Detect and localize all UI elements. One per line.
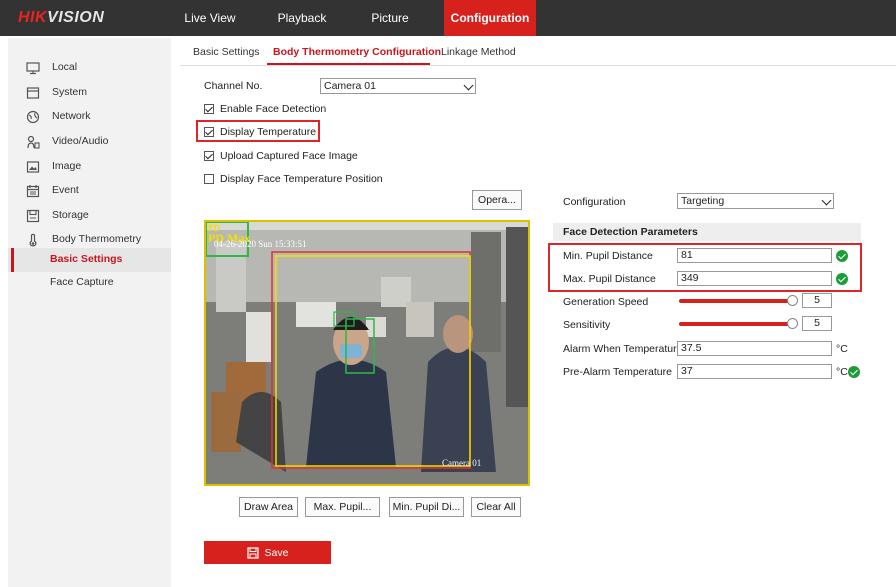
max-pupil-button[interactable]: Max. Pupil... <box>305 497 380 517</box>
display-face-temp-position-label: Display Face Temperature Position <box>220 173 383 185</box>
sidebar-item-event[interactable]: Event <box>8 179 171 203</box>
video-camera-label: Camera 01 <box>442 458 482 468</box>
generation-speed-slider[interactable] <box>679 299 792 303</box>
prealarm-temperature-input[interactable]: 37 <box>677 364 832 379</box>
alarm-temperature-unit: °C <box>836 343 848 355</box>
save-button[interactable]: Save <box>204 541 331 564</box>
image-icon <box>26 161 40 173</box>
save-button-label: Save <box>264 546 289 559</box>
sidebar-item-system[interactable]: System <box>8 81 171 105</box>
sidebar-item-network[interactable]: Network <box>8 105 171 129</box>
sensitivity-slider-handle[interactable] <box>787 318 798 329</box>
sidebar: Local System Network Video/Audio Image E… <box>8 38 171 587</box>
check-circle-icon <box>836 250 848 262</box>
nav-playback[interactable]: Playback <box>270 0 334 36</box>
monitor-icon <box>26 62 40 75</box>
sidebar-item-label: Local <box>52 61 78 73</box>
configuration-label: Configuration <box>563 196 626 208</box>
sidebar-item-label: Video/Audio <box>52 135 109 147</box>
top-nav-bar: HIKVISION Live View Playback Picture Con… <box>0 0 896 36</box>
generation-speed-slider-handle[interactable] <box>787 295 798 306</box>
check-circle-icon <box>836 273 848 285</box>
enable-face-detection-checkbox[interactable] <box>204 104 214 114</box>
generation-speed-input[interactable]: 5 <box>802 293 832 308</box>
tab-basic-settings[interactable]: Basic Settings <box>193 46 260 58</box>
face-detection-params-header: Face Detection Parameters <box>553 223 861 241</box>
draw-area-button[interactable]: Draw Area <box>239 497 298 517</box>
min-pupil-distance-input[interactable]: 81 <box>677 248 832 263</box>
section-title: Face Detection Parameters <box>563 226 698 238</box>
sidebar-item-local[interactable]: Local <box>8 56 171 80</box>
nav-picture[interactable]: Picture <box>362 0 418 36</box>
sidebar-item-video-audio[interactable]: Video/Audio <box>8 130 171 154</box>
enable-face-detection-label: Enable Face Detection <box>220 103 327 115</box>
configuration-select[interactable]: Targeting <box>677 193 834 209</box>
upload-face-image-label: Upload Captured Face Image <box>220 150 358 162</box>
clear-all-button[interactable]: Clear All <box>471 497 521 517</box>
sensitivity-input[interactable]: 5 <box>802 316 832 331</box>
save-icon <box>246 546 259 559</box>
check-circle-icon <box>848 366 860 378</box>
display-face-temp-position-checkbox[interactable] <box>204 174 214 184</box>
min-pupil-distance-label: Min. Pupil Distance <box>563 250 653 262</box>
generation-speed-label: Generation Speed <box>563 296 649 308</box>
sidebar-item-label: Body Thermometry <box>52 233 142 245</box>
upload-face-image-checkbox[interactable] <box>204 151 214 161</box>
sidebar-item-image[interactable]: Image <box>8 155 171 179</box>
video-scene <box>206 222 528 484</box>
window-icon <box>26 87 40 99</box>
alarm-temperature-label: Alarm When Temperatur... <box>563 343 685 355</box>
channel-label: Channel No. <box>204 80 263 92</box>
calendar-icon <box>26 185 40 198</box>
tab-linkage-method[interactable]: Linkage Method <box>441 46 516 58</box>
video-audio-icon <box>27 135 40 149</box>
tab-divider <box>180 65 896 66</box>
sidebar-item-label: Storage <box>52 209 89 221</box>
chevron-down-icon <box>463 80 474 91</box>
nav-configuration[interactable]: Configuration <box>444 0 536 36</box>
sidebar-item-label: Image <box>52 160 82 172</box>
channel-select-value: Camera 01 <box>324 80 376 92</box>
prealarm-temperature-label: Pre-Alarm Temperature <box>563 366 672 378</box>
sidebar-item-label: Face Capture <box>50 276 114 288</box>
active-indicator <box>11 248 14 272</box>
sidebar-item-basic-settings[interactable]: Basic Settings <box>8 248 171 272</box>
max-pupil-distance-label: Max. Pupil Distance <box>563 273 656 285</box>
opera-button[interactable]: Opera... <box>472 190 522 210</box>
video-timestamp: 04-26-2020 Sun 15:33:51 <box>214 239 307 249</box>
configuration-select-value: Targeting <box>681 195 725 207</box>
active-tab-underline <box>267 63 430 65</box>
globe-icon <box>26 110 40 124</box>
sensitivity-slider[interactable] <box>679 322 792 326</box>
sidebar-item-face-capture[interactable]: Face Capture <box>8 271 171 295</box>
max-pupil-distance-input[interactable]: 349 <box>677 271 832 286</box>
nav-live-view[interactable]: Live View <box>180 0 240 36</box>
sidebar-item-storage[interactable]: Storage <box>8 204 171 228</box>
prealarm-temperature-unit: °C <box>836 366 848 378</box>
channel-select[interactable]: Camera 01 <box>320 78 476 94</box>
sidebar-item-label: Event <box>52 184 79 196</box>
sidebar-item-label: System <box>52 86 88 98</box>
sensitivity-label: Sensitivity <box>563 319 611 331</box>
sidebar-item-label: Network <box>52 110 91 122</box>
live-video-preview[interactable]: PD PD Max 04-26-2020 Sun 15:33:51 Camera… <box>204 220 530 486</box>
chevron-down-icon <box>821 195 832 206</box>
thermometer-icon <box>29 233 37 247</box>
hikvision-logo: HIKVISION <box>18 9 105 26</box>
alarm-temperature-input[interactable]: 37.5 <box>677 341 832 356</box>
tab-body-thermometry-configuration[interactable]: Body Thermometry Configuration <box>273 46 441 58</box>
min-pupil-button[interactable]: Min. Pupil Di... <box>389 497 464 517</box>
storage-icon <box>26 209 40 223</box>
sidebar-item-label: Basic Settings <box>50 253 123 265</box>
display-temperature-highlight <box>196 120 320 142</box>
